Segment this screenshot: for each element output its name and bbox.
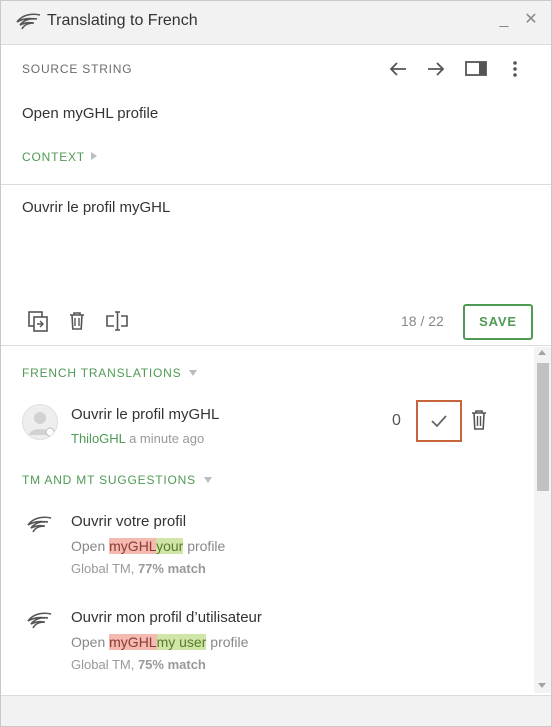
context-toggle[interactable]: CONTEXT xyxy=(22,150,97,164)
translation-memory-icon xyxy=(27,516,52,533)
suggestion-match: 77% match xyxy=(137,561,206,576)
app-logo-icon xyxy=(16,13,41,30)
divider xyxy=(1,345,551,346)
toggle-panel-button[interactable] xyxy=(463,56,489,82)
suggestion-source-diff: Open myGHLmy user profile xyxy=(71,634,248,650)
diff-removed: myGHL xyxy=(109,538,157,554)
title-bar: Translating to French _ ✕ xyxy=(1,1,551,45)
translations-section-toggle[interactable]: FRENCH TRANSLATIONS xyxy=(22,366,198,380)
translation-time: a minute ago xyxy=(129,431,205,446)
diff-suffix: profile xyxy=(183,538,226,554)
diff-suffix: profile xyxy=(206,634,249,650)
source-string-label: SOURCE STRING xyxy=(22,62,133,76)
clear-translation-button[interactable] xyxy=(64,308,90,334)
diff-prefix: Open xyxy=(71,538,110,554)
translations-heading: FRENCH TRANSLATIONS xyxy=(22,366,182,380)
suggestion-origin: Global TM, 77% match xyxy=(71,561,206,576)
translation-text: Ouvrir le profil myGHL xyxy=(71,406,220,423)
checkmark-icon xyxy=(431,415,447,428)
approve-button[interactable] xyxy=(416,400,462,442)
diff-prefix: Open xyxy=(71,634,110,650)
user-avatar-icon xyxy=(29,412,55,437)
scroll-down-arrow-icon[interactable] xyxy=(538,683,546,688)
translation-editor[interactable]: Ouvrir le profil myGHL xyxy=(22,199,522,289)
translation-memory-icon xyxy=(27,612,52,629)
arrow-left-icon xyxy=(389,62,406,76)
suggestions-section-toggle[interactable]: TM AND MT SUGGESTIONS xyxy=(22,473,212,487)
window-footer xyxy=(1,695,551,726)
arrow-right-icon xyxy=(428,62,445,76)
caret-down-icon xyxy=(189,370,198,376)
insert-text-button[interactable] xyxy=(104,308,130,334)
toggle-panel-icon xyxy=(465,61,487,76)
translation-meta: ThiloGHL a minute ago xyxy=(71,431,204,446)
diff-added: my user xyxy=(156,634,207,650)
diff-removed: myGHL xyxy=(109,634,157,650)
divider xyxy=(1,184,551,185)
delete-translation-button[interactable] xyxy=(468,408,490,432)
diff-added: your xyxy=(156,538,184,554)
caret-right-icon xyxy=(90,152,97,160)
source-string-text: Open myGHL profile xyxy=(22,105,159,122)
trash-icon xyxy=(472,410,486,430)
suggestion-match: 75% match xyxy=(137,657,206,672)
suggestion-origin: Global TM, 75% match xyxy=(71,657,206,672)
suggestion-origin-label: Global TM, xyxy=(71,657,138,672)
context-label: CONTEXT xyxy=(22,150,85,164)
scrollbar-thumb[interactable] xyxy=(537,363,549,491)
next-string-button[interactable] xyxy=(423,56,449,82)
minimize-button[interactable]: _ xyxy=(494,9,514,31)
insert-text-icon xyxy=(106,311,128,331)
suggestion-source-diff: Open myGHLyour profile xyxy=(71,538,225,554)
caret-down-icon xyxy=(203,477,212,483)
more-vertical-icon xyxy=(513,61,517,77)
close-button[interactable]: ✕ xyxy=(521,9,541,31)
suggestion-text: Ouvrir mon profil d’utilisateur xyxy=(71,609,262,626)
copy-source-button[interactable] xyxy=(25,308,51,334)
suggestions-heading: TM AND MT SUGGESTIONS xyxy=(22,473,196,487)
suggestion-text: Ouvrir votre profil xyxy=(71,513,187,530)
more-options-button[interactable] xyxy=(502,56,528,82)
character-count: 18 / 22 xyxy=(401,313,444,329)
translation-window: Translating to French _ ✕ SOURCE STRING … xyxy=(0,0,552,727)
copy-source-icon xyxy=(28,311,48,332)
avatar xyxy=(22,404,58,440)
translation-author[interactable]: ThiloGHL xyxy=(71,431,125,446)
vote-count: 0 xyxy=(392,412,401,429)
save-button[interactable]: SAVE xyxy=(463,304,533,340)
previous-string-button[interactable] xyxy=(385,56,411,82)
window-title: Translating to French xyxy=(47,12,198,29)
clear-icon xyxy=(70,312,84,330)
scroll-up-arrow-icon[interactable] xyxy=(538,350,546,355)
suggestion-origin-label: Global TM, xyxy=(71,561,138,576)
